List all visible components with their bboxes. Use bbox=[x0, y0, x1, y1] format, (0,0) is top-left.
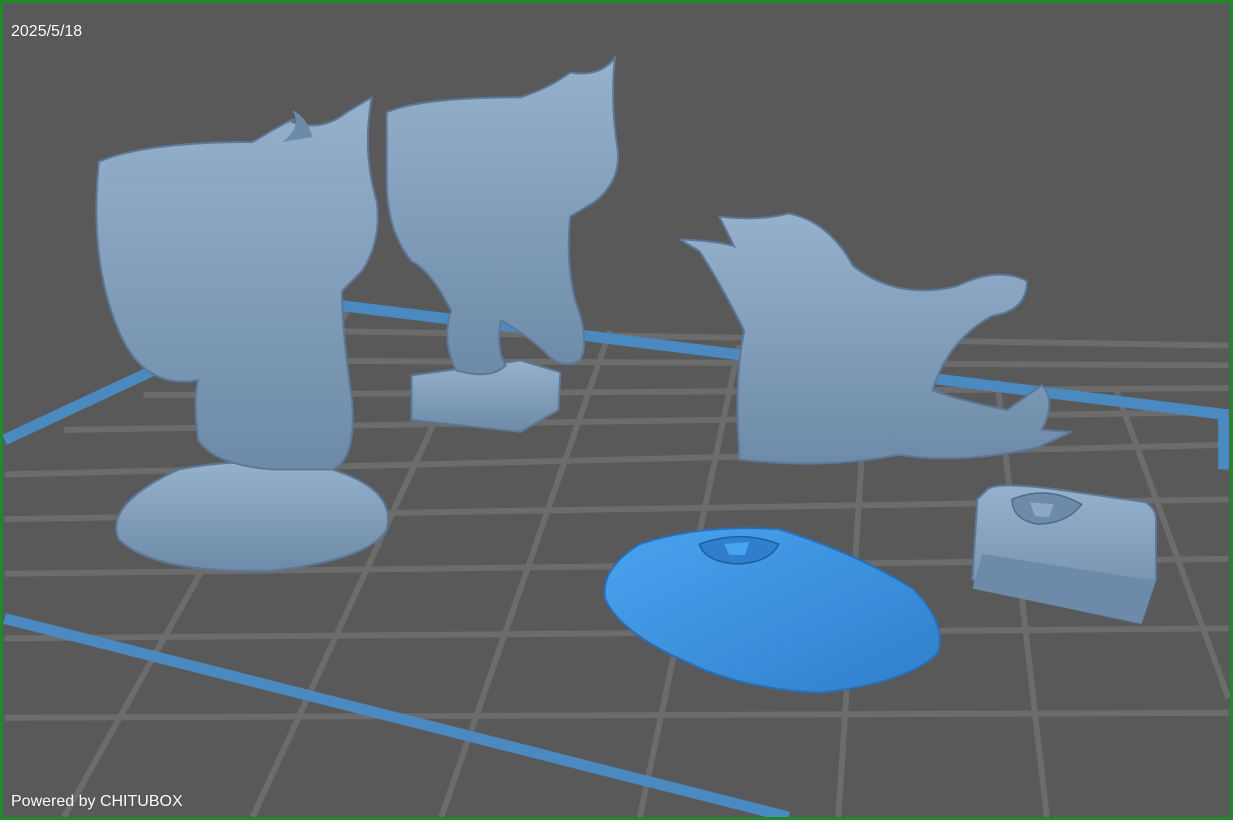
watermark-label: Powered by CHITUBOX bbox=[11, 793, 183, 810]
model-rock-base-part-selected[interactable] bbox=[603, 527, 941, 694]
3d-viewport[interactable]: 2025/5/18 Powered by CHITUBOX bbox=[0, 0, 1233, 820]
date-label: 2025/5/18 bbox=[11, 23, 83, 40]
model-square-base-part[interactable] bbox=[971, 484, 1158, 625]
build-plate-scene[interactable] bbox=[3, 3, 1230, 817]
model-lynx-on-square-base[interactable] bbox=[385, 54, 620, 433]
model-lynx-on-rock-base[interactable] bbox=[95, 95, 389, 573]
